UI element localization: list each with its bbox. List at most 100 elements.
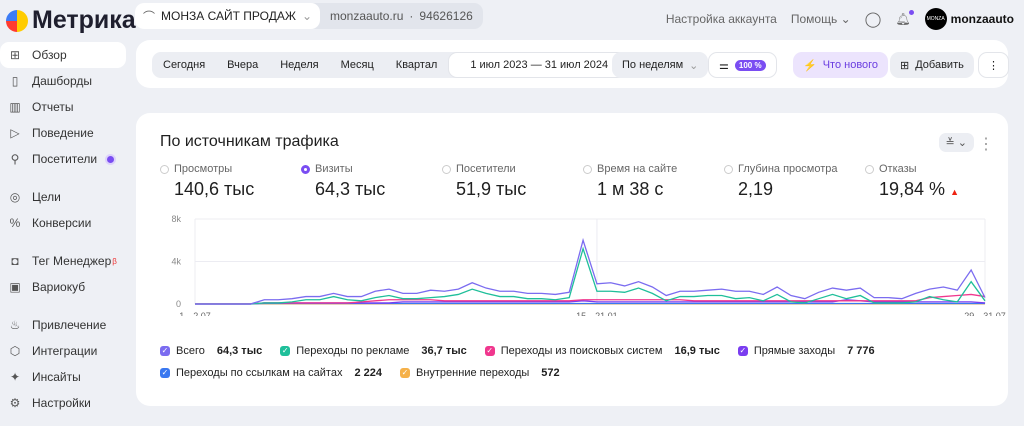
sidebar-item-fire[interactable]: ♨ Привлечение: [0, 312, 126, 338]
series-checkbox[interactable]: ✓: [160, 368, 170, 378]
chevron-down-icon: ⌄: [957, 137, 967, 149]
sidebar-item-label: Поведение: [32, 126, 94, 140]
sidebar-item-tag-manager[interactable]: ◘ Тег Менеджер β: [0, 248, 126, 274]
period-week[interactable]: Неделя: [269, 59, 329, 71]
sidebar-item-grid[interactable]: ⊞ Обзор: [0, 42, 126, 68]
legend-value: 16,9 тыс: [674, 345, 720, 357]
metric-tab[interactable]: Глубина просмотра 2,19: [724, 163, 865, 200]
tag-manager-icon: ◘: [11, 254, 19, 268]
sidebar-item-visitors[interactable]: ⚲ Посетители: [0, 146, 126, 172]
metric-label: Глубина просмотра: [738, 163, 838, 175]
target-icon: ◎: [9, 190, 21, 204]
y-tick-label: 4k: [171, 257, 181, 267]
legend-label: Внутренние переходы: [415, 367, 530, 379]
series-line: [195, 246, 986, 305]
sidebar-item-label: Привлечение: [32, 318, 107, 332]
whats-new-button[interactable]: ⚡ Что нового: [793, 52, 889, 78]
metric-tab[interactable]: Отказы 19,84 % ▲: [865, 163, 1006, 200]
legend-row-1: ✓ Всего 64,3 тыс ✓ Переходы по рекламе 36,7 т…: [160, 345, 887, 357]
sidebar: ⊞ Обзор ▯ Дашборды ▥ Отчеты ▷ Поведение ⚲ Посетит…: [0, 42, 126, 416]
period-selector: Сегодня Вчера Неделя Месяц Квартал 1 июл…: [152, 52, 670, 78]
new-dot: [107, 155, 115, 163]
counter-site: monzaauto.ru: [330, 9, 404, 23]
sidebar-item-label: Вариокуб: [32, 280, 86, 294]
period-yesterday[interactable]: Вчера: [216, 59, 269, 71]
more-menu-button[interactable]: ⋮: [978, 52, 1009, 78]
period-quarter[interactable]: Квартал: [385, 59, 449, 71]
legend-label: Всего: [176, 345, 205, 357]
gear-icon: ⚙: [9, 396, 21, 410]
metric-label: Просмотры: [174, 163, 233, 175]
legend-value: 572: [541, 367, 560, 379]
chart-lines-icon: ≚: [945, 137, 955, 149]
period-month[interactable]: Месяц: [330, 59, 385, 71]
sidebar-item-percent[interactable]: % Конверсии: [0, 210, 126, 236]
beta-badge: β: [112, 256, 117, 266]
metric-tab[interactable]: Визиты 64,3 тыс: [301, 163, 442, 200]
chevron-down-icon: ⌄: [301, 9, 313, 23]
dashboards-icon: ▯: [11, 74, 19, 88]
sidebar-item-reports[interactable]: ▥ Отчеты: [0, 94, 126, 120]
metric-label: Отказы: [879, 163, 917, 175]
counter-selector[interactable]: ⌒ МОНЗА САЙТ ПРОДАЖ ⌄ monzaauto.ru · 9462612…: [135, 3, 483, 29]
chat-icon[interactable]: ◯: [865, 10, 882, 28]
sidebar-item-puzzle[interactable]: ⬡ Интеграции: [0, 338, 126, 364]
metric-tab[interactable]: Время на сайте 1 м 38 с: [583, 163, 724, 200]
bell-icon[interactable]: 🔔︎: [895, 10, 914, 26]
x-tick-label: 29—31.07: [964, 311, 1006, 316]
series-checkbox[interactable]: ✓: [280, 346, 291, 356]
sidebar-item-dashboards[interactable]: ▯ Дашборды: [0, 68, 126, 94]
add-widget-icon: ⊞: [900, 59, 910, 72]
fire-icon: ♨: [9, 318, 21, 332]
grouping-value: По неделям: [622, 59, 684, 71]
sidebar-item-play[interactable]: ▷ Поведение: [0, 120, 126, 146]
sidebar-item-label: Отчеты: [32, 100, 74, 114]
metric-label: Визиты: [315, 163, 353, 175]
logo-mark-icon: [6, 9, 28, 32]
metric-tab[interactable]: Посетители 51,9 тыс: [442, 163, 583, 200]
series-checkbox[interactable]: ✓: [484, 346, 495, 356]
metric-label: Время на сайте: [597, 163, 678, 175]
period-today[interactable]: Сегодня: [152, 59, 216, 71]
metrics-row: Просмотры 140,6 тыс Визиты 64,3 тыс Посетите…: [160, 163, 1006, 200]
trend-up-icon: ▲: [950, 187, 959, 197]
metric-value: 2,19: [738, 179, 774, 199]
sidebar-item-label: Тег Менеджер: [32, 254, 112, 268]
help-menu[interactable]: Помощь ⌄: [791, 12, 851, 26]
sampling-button[interactable]: ⚌ 100 %: [708, 52, 777, 78]
traffic-sources-widget: По источникам трафика ≚ ⌄ ⋮ Просмотры 140…: [136, 113, 1008, 406]
sidebar-item-gear[interactable]: ⚙ Настройки: [0, 390, 126, 416]
radio-icon: [442, 164, 451, 174]
sampling-badge: 100 %: [734, 59, 766, 71]
reports-icon: ▥: [9, 100, 21, 114]
toolbar: Сегодня Вчера Неделя Месяц Квартал 1 июл…: [136, 40, 1009, 88]
legend-value: 64,3 тыс: [216, 345, 263, 357]
puzzle-icon: ⬡: [9, 344, 21, 358]
x-tick-label: 1—2.07: [179, 311, 211, 316]
chevron-down-icon: ⌄: [840, 12, 851, 26]
grouping-select[interactable]: По неделям ⌄: [612, 52, 709, 78]
series-checkbox[interactable]: ✓: [399, 368, 410, 378]
widget-menu-icon[interactable]: ⋮: [978, 134, 994, 154]
username: monzaauto: [950, 12, 1014, 26]
sidebar-item-label: Цели: [32, 190, 61, 204]
sidebar-item-sparkle[interactable]: ✦ Инсайты: [0, 364, 126, 390]
sidebar-item-variocube[interactable]: ▣ Вариокуб: [0, 274, 126, 300]
car-icon: ⌒: [143, 9, 156, 24]
add-button[interactable]: ⊞ Добавить: [890, 52, 974, 78]
lightning-icon: ⚡: [803, 59, 817, 72]
metrika-logo[interactable]: Метрика: [6, 6, 136, 35]
add-label: Добавить: [915, 59, 964, 71]
radio-icon: [301, 164, 310, 174]
chart-type-select[interactable]: ≚ ⌄: [938, 133, 974, 152]
series-checkbox[interactable]: ✓: [160, 346, 170, 356]
account-settings-link[interactable]: Настройка аккаунта: [666, 12, 777, 26]
metric-tab[interactable]: Просмотры 140,6 тыс: [160, 163, 301, 200]
sparkle-icon: ✦: [9, 370, 21, 384]
user-menu[interactable]: MONZA monzaauto: [924, 8, 1014, 30]
radio-icon: [583, 164, 592, 174]
legend-value: 2 224: [354, 367, 382, 379]
sidebar-item-label: Дашборды: [32, 74, 92, 88]
series-checkbox[interactable]: ✓: [737, 346, 748, 356]
sidebar-item-target[interactable]: ◎ Цели: [0, 184, 126, 210]
